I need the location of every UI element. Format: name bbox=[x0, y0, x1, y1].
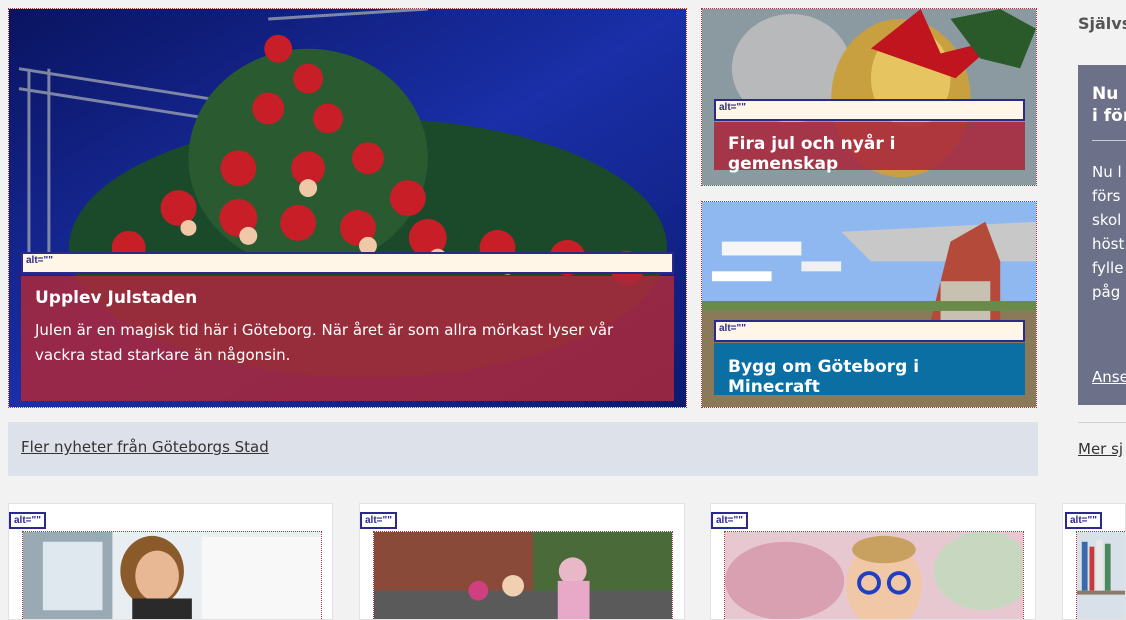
fira-jul-title[interactable]: Fira jul och nyår i gemenskap bbox=[728, 134, 1011, 174]
child-glasses-photo bbox=[725, 532, 1023, 619]
sidebar-panel-text-line: påg bbox=[1092, 283, 1121, 301]
school-kids-photo bbox=[374, 532, 672, 619]
panel-divider bbox=[1092, 140, 1126, 141]
news-card[interactable]: alt="" bbox=[359, 503, 685, 620]
featured-description: Julen är en magisk tid här i Göteborg. N… bbox=[35, 321, 614, 364]
sidebar-panel-link[interactable]: Anse bbox=[1092, 368, 1126, 386]
sidebar-panel-text-line: höst bbox=[1092, 235, 1125, 253]
more-news-link[interactable]: Fler nyheter från Göteborgs Stad bbox=[21, 438, 269, 456]
sidebar-panel-text-line: skol bbox=[1092, 211, 1122, 229]
sidebar-panel-text-line: fylle bbox=[1092, 259, 1124, 277]
alt-text-badge: alt="" bbox=[714, 99, 1025, 121]
alt-text-badge: alt="" bbox=[1065, 512, 1102, 529]
featured-fira-jul[interactable]: alt="" Fira jul och nyår i gemenskap bbox=[701, 8, 1037, 186]
card-image bbox=[22, 531, 322, 619]
sidebar-heading: Självs bbox=[1078, 14, 1126, 33]
sidebar-panel-text-line: förs bbox=[1092, 187, 1121, 205]
alt-text-badge: alt="" bbox=[9, 512, 46, 529]
alt-text-badge: alt="" bbox=[711, 512, 748, 529]
more-news-bar: Fler nyheter från Göteborgs Stad bbox=[8, 422, 1038, 476]
card-image bbox=[724, 531, 1024, 619]
sidebar-panel: Nu i för Nu l förs skol höst fylle påg Anse bbox=[1078, 65, 1126, 405]
featured-minecraft[interactable]: alt="" Bygg om Göteborg i Minecraft bbox=[701, 201, 1037, 408]
news-card[interactable]: alt="" bbox=[8, 503, 333, 620]
teacher-whiteboard-photo bbox=[23, 532, 321, 619]
featured-title[interactable]: Upplev Julstaden bbox=[35, 288, 660, 308]
news-card[interactable]: alt="" bbox=[710, 503, 1036, 620]
sidebar-divider bbox=[1078, 422, 1126, 423]
alt-text-badge: alt="" bbox=[360, 512, 397, 529]
alt-text-badge: alt="" bbox=[714, 320, 1025, 342]
minecraft-title[interactable]: Bygg om Göteborg i Minecraft bbox=[728, 357, 1011, 397]
sidebar-panel-title[interactable]: Nu i för bbox=[1092, 83, 1126, 127]
card-image bbox=[1076, 531, 1125, 619]
featured-caption[interactable]: Upplev Julstaden Julen är en magisk tid … bbox=[21, 276, 674, 401]
news-card[interactable]: alt="" bbox=[1062, 503, 1126, 620]
sidebar-panel-text: Nu l förs skol höst fylle påg bbox=[1092, 160, 1124, 304]
sidebar-panel-text-line: Nu l bbox=[1092, 163, 1122, 181]
bookshelf-photo bbox=[1077, 532, 1125, 619]
alt-text-badge: alt="" bbox=[21, 252, 674, 274]
card-image bbox=[373, 531, 673, 619]
minecraft-caption[interactable]: Bygg om Göteborg i Minecraft bbox=[714, 343, 1025, 397]
fira-jul-caption[interactable]: Fira jul och nyår i gemenskap bbox=[714, 122, 1025, 174]
sidebar-more-link[interactable]: Mer sj bbox=[1078, 440, 1123, 458]
featured-julstaden[interactable]: alt="" Upplev Julstaden Julen är en magi… bbox=[8, 8, 687, 408]
